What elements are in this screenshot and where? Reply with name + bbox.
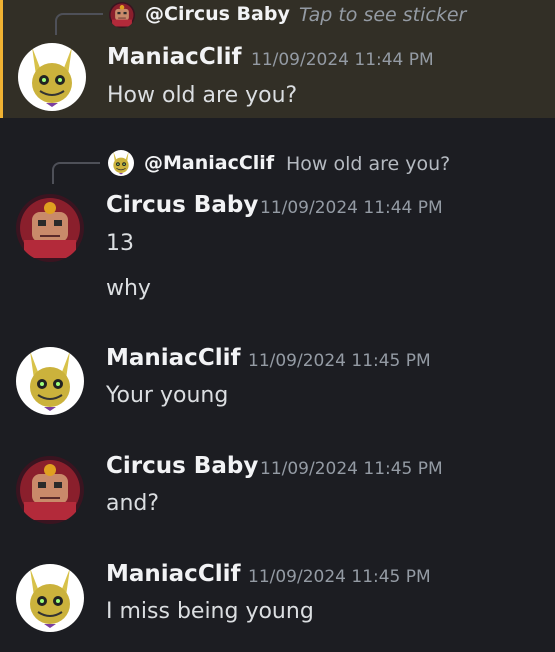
glitchtrap-icon	[18, 43, 86, 111]
circus-baby-icon	[109, 2, 135, 28]
message[interactable]: Circus Baby 11/09/2024 11:45 PM and?	[0, 438, 555, 538]
timestamp: 11/09/2024 11:45 PM	[248, 567, 431, 587]
timestamp: 11/09/2024 11:45 PM	[260, 459, 443, 479]
message-text: why	[106, 276, 151, 301]
message-text: and?	[106, 491, 160, 516]
avatar[interactable]	[16, 347, 84, 415]
message-text: How old are you?	[107, 83, 298, 108]
avatar[interactable]	[16, 194, 84, 262]
reply-preview[interactable]: How old are you?	[286, 153, 450, 175]
author-name[interactable]: Circus Baby	[106, 453, 258, 479]
reply-preview[interactable]: Tap to see sticker	[299, 4, 466, 26]
timestamp: 11/09/2024 11:45 PM	[248, 351, 431, 371]
reply-connector	[52, 162, 100, 184]
message[interactable]: @ManiacClif How old are you? Circus Baby…	[0, 140, 555, 310]
circus-baby-icon	[16, 194, 84, 262]
avatar[interactable]	[16, 564, 84, 632]
glitchtrap-icon	[108, 150, 134, 176]
avatar[interactable]	[16, 456, 84, 524]
circus-baby-icon	[16, 456, 84, 524]
reply-avatar	[109, 2, 135, 28]
reply-avatar	[108, 150, 134, 176]
author-name[interactable]: ManiacClif	[107, 44, 241, 70]
reply-author[interactable]: @Circus Baby	[145, 3, 290, 25]
message-text: I miss being young	[106, 599, 314, 624]
avatar[interactable]	[18, 43, 86, 111]
timestamp: 11/09/2024 11:44 PM	[251, 50, 434, 70]
message[interactable]: ManiacClif 11/09/2024 11:45 PM I miss be…	[0, 546, 555, 652]
message-text: 13	[106, 231, 134, 256]
reply-connector	[55, 13, 103, 35]
message-text: Your young	[106, 383, 229, 408]
author-name[interactable]: Circus Baby	[106, 192, 258, 218]
glitchtrap-icon	[16, 347, 84, 415]
author-name[interactable]: ManiacClif	[106, 345, 240, 371]
message[interactable]: @Circus Baby Tap to see sticker ManiacCl…	[0, 0, 555, 118]
author-name[interactable]: ManiacClif	[106, 561, 240, 587]
reply-author[interactable]: @ManiacClif	[144, 152, 274, 174]
timestamp: 11/09/2024 11:44 PM	[260, 198, 443, 218]
message[interactable]: ManiacClif 11/09/2024 11:45 PM Your youn…	[0, 330, 555, 430]
glitchtrap-icon	[16, 564, 84, 632]
